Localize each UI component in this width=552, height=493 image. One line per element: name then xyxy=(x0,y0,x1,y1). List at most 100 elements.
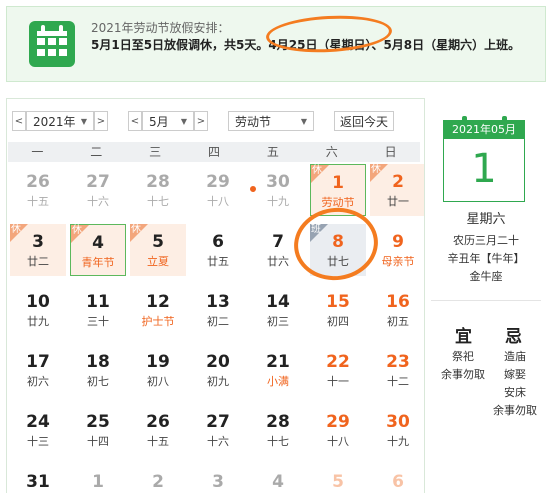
next-month-button[interactable]: > xyxy=(194,111,208,131)
day-cell[interactable]: 27 十六 xyxy=(190,404,246,456)
next-year-button[interactable]: > xyxy=(94,111,108,131)
day-cell[interactable]: 22 十一 xyxy=(310,344,366,396)
lunar-label: 十二 xyxy=(387,375,409,388)
day-cell[interactable]: 18 初七 xyxy=(70,344,126,396)
caret-down-icon: ▼ xyxy=(300,116,307,126)
day-number: 28 xyxy=(146,172,170,192)
day-number: 10 xyxy=(26,292,50,312)
day-number: 28 xyxy=(266,412,290,432)
day-cell[interactable]: 28 十七 xyxy=(130,164,186,216)
day-cell[interactable]: 24 十三 xyxy=(10,404,66,456)
day-cell[interactable]: 休 3 廿二 xyxy=(10,224,66,276)
day-number: 16 xyxy=(386,292,410,312)
day-cell[interactable]: 27 十六 xyxy=(70,164,126,216)
day-cell[interactable]: 1儿童节 xyxy=(70,464,126,493)
day-number: 17 xyxy=(26,352,50,372)
day-cell[interactable]: 23 十二 xyxy=(370,344,426,396)
day-number: 30 xyxy=(266,172,290,192)
day-cell[interactable]: 5环境日 xyxy=(310,464,366,493)
day-cell[interactable]: 19 初八 xyxy=(130,344,186,396)
back-to-today-button[interactable]: 返回今天 xyxy=(334,111,394,131)
weekday-label: 二 xyxy=(90,145,103,159)
day-cell[interactable]: 30 十九 xyxy=(250,164,306,216)
day-number: 13 xyxy=(206,292,230,312)
day-cell[interactable]: 30 十九 xyxy=(370,404,426,456)
lunar-label: 初七 xyxy=(87,375,109,388)
day-number: 23 xyxy=(386,352,410,372)
day-cell[interactable]: 9 母亲节 xyxy=(370,224,426,276)
day-cell[interactable]: 休 4 青年节 xyxy=(70,224,126,276)
day-cell[interactable]: 17 初六 xyxy=(10,344,66,396)
day-number: 15 xyxy=(326,292,350,312)
day-number: 9 xyxy=(392,232,404,252)
lunar-label: 十九 xyxy=(387,435,409,448)
day-cell[interactable]: 31二十 xyxy=(10,464,66,493)
day-cell[interactable]: 11 三十 xyxy=(70,284,126,336)
day-number: 18 xyxy=(86,352,110,372)
constellation: 金牛座 xyxy=(469,270,503,283)
day-cell[interactable]: 休 2 廿一 xyxy=(370,164,426,216)
year-value: 2021年 xyxy=(33,114,76,129)
day-cell[interactable]: 29 十八 xyxy=(190,164,246,216)
day-cell[interactable]: 20 初九 xyxy=(190,344,246,396)
prev-year-button[interactable]: < xyxy=(12,111,26,131)
lunar-label: 廿一 xyxy=(387,195,409,208)
weekday-label: 一 xyxy=(31,145,44,159)
day-cell[interactable]: 4廿四 xyxy=(250,464,306,493)
day-number: 25 xyxy=(86,412,110,432)
day-cell[interactable]: 6廿六 xyxy=(370,464,426,493)
ji-item: 嫁娶 xyxy=(504,368,526,381)
lunar-label: 小满 xyxy=(267,375,289,388)
day-number: 29 xyxy=(326,412,350,432)
prev-month-button[interactable]: < xyxy=(128,111,142,131)
day-cell[interactable]: 28 十七 xyxy=(250,404,306,456)
day-cell[interactable]: 12 护士节 xyxy=(130,284,186,336)
day-number: 2 xyxy=(392,172,404,192)
day-cell[interactable]: 16 初五 xyxy=(370,284,426,336)
day-cell[interactable]: 15 初四 xyxy=(310,284,366,336)
holiday-select[interactable]: 劳动节 ▼ xyxy=(228,111,314,131)
lunar-label: 十五 xyxy=(27,195,49,208)
month-select[interactable]: 5月 ▼ xyxy=(142,111,194,131)
lunar-label: 初四 xyxy=(327,315,349,328)
weekday-label: 五 xyxy=(266,145,279,159)
day-cell[interactable]: 26 十五 xyxy=(130,404,186,456)
lunar-label: 初六 xyxy=(27,375,49,388)
lunar-label: 母亲节 xyxy=(381,255,415,268)
day-cell[interactable]: 29 十八 xyxy=(310,404,366,456)
calendar-icon xyxy=(29,21,75,67)
lunar-label: 立夏 xyxy=(147,255,169,268)
day-cell[interactable]: 10 廿九 xyxy=(10,284,66,336)
day-number: 29 xyxy=(206,172,230,192)
day-number: 31 xyxy=(26,472,50,492)
year-select[interactable]: 2021年 ▼ xyxy=(26,111,94,131)
lunar-label: 十一 xyxy=(327,375,349,388)
day-cell[interactable]: 21 小满 xyxy=(250,344,306,396)
ganzhi-year: 辛丑年【牛年】 xyxy=(447,252,525,265)
day-number: 19 xyxy=(146,352,170,372)
day-cell[interactable]: 14 初三 xyxy=(250,284,306,336)
day-number: 5 xyxy=(332,472,344,492)
lunar-label: 护士节 xyxy=(141,315,175,328)
day-cell[interactable]: 3廿三 xyxy=(190,464,246,493)
lunar-label: 十六 xyxy=(207,435,229,448)
day-number: 3 xyxy=(212,472,224,492)
day-number: 14 xyxy=(266,292,290,312)
day-cell[interactable]: 休 5 立夏 xyxy=(130,224,186,276)
day-cell[interactable]: 2廿二 xyxy=(130,464,186,493)
yi-item: 余事勿取 xyxy=(441,368,485,381)
calendar-toolbar: < 2021年 ▼ > < 5月 ▼ > 劳动节 ▼ xyxy=(12,110,314,132)
day-number: 27 xyxy=(206,412,230,432)
lunar-label: 廿二 xyxy=(27,255,49,268)
day-cell[interactable]: 13 初二 xyxy=(190,284,246,336)
day-number: 6 xyxy=(392,472,404,492)
divider xyxy=(431,300,541,301)
ji-item: 造庙 xyxy=(504,350,526,363)
weekday-label: 星期六 xyxy=(466,212,506,227)
day-cell[interactable]: 25 十四 xyxy=(70,404,126,456)
lunar-label: 三十 xyxy=(87,315,109,328)
day-cell[interactable]: 26 十五 xyxy=(10,164,66,216)
lunar-label: 十七 xyxy=(147,195,169,208)
day-cell[interactable]: 6 廿五 xyxy=(190,224,246,276)
lunar-label: 初三 xyxy=(267,315,289,328)
